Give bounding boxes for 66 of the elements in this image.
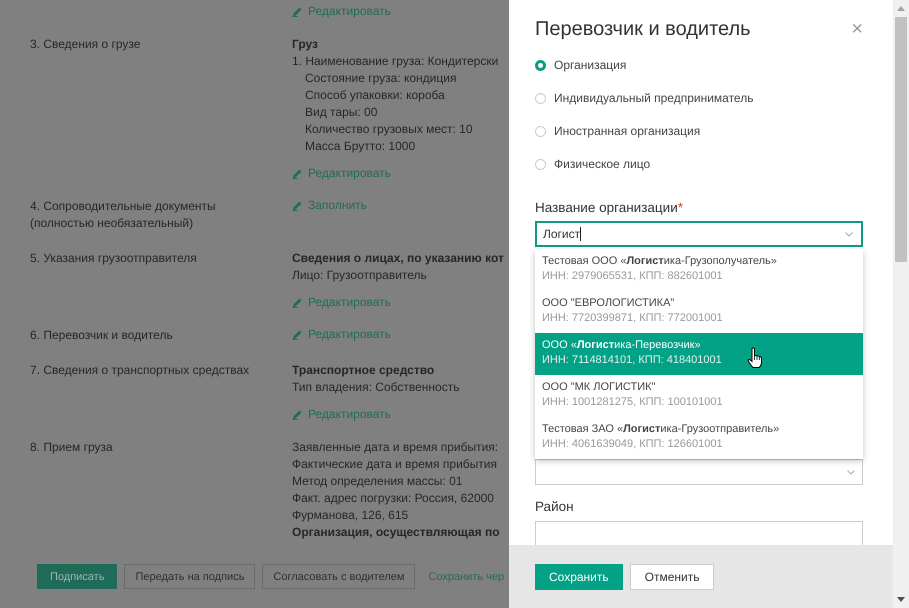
suggestion-item[interactable]: ООО "МК ЛОГИСТИК" ИНН: 1001281275, КПП: 100101001	[535, 375, 863, 417]
panel-title: Перевозчик и водитель	[535, 18, 751, 40]
pencil-icon	[292, 168, 303, 178]
section-heading: Сведения о лицах, по указанию кот	[292, 250, 504, 267]
cancel-button[interactable]: Отменить	[630, 564, 714, 590]
detail-text: Метод определения массы: 01	[292, 473, 462, 490]
company-details: ИНН: 7114814101, КПП: 418401001	[542, 354, 722, 366]
radio-option[interactable]: Организация	[535, 56, 863, 74]
action-button[interactable]: Передать на подпись	[124, 564, 256, 589]
company-name: Тестовая ЗАО «Логистика-Грузоотправитель»	[542, 423, 780, 435]
section-label: 7. Сведения о транспортных средствах	[30, 362, 250, 379]
detail-text: Фурманова, 126, 615	[292, 507, 408, 524]
detail-text: Факт. адрес погрузки: Россия, 62000	[292, 490, 494, 507]
pencil-icon	[292, 6, 303, 16]
field-label: Название организации	[535, 200, 678, 214]
section-label: 3. Сведения о грузе	[30, 36, 142, 53]
suggestion-item[interactable]: ООО "ЕВРОЛОГИСТИКА" ИНН: 7720399871, КПП: 772001001	[535, 291, 863, 333]
sign-button[interactable]: Подписать	[37, 564, 118, 589]
chevron-down-icon	[847, 470, 855, 474]
chevron-down-icon	[845, 232, 853, 236]
detail-text: Фактические дата и время прибытия	[292, 456, 497, 473]
suggestion-item[interactable]: ООО «Логистика-Перевозчик» ИНН: 7114814101, КПП: 418401001	[535, 333, 863, 375]
close-button[interactable]: ×	[851, 19, 863, 39]
action-button[interactable]: Согласовать с водителем	[262, 564, 416, 589]
scrollbar[interactable]	[893, 0, 909, 608]
radio-option[interactable]: Иностранная организация	[535, 122, 863, 140]
company-details: ИНН: 7720399871, КПП: 772001001	[542, 312, 723, 324]
detail-text: Масса Брутто: 1000	[304, 138, 416, 155]
detail-text: Тип владения: Собственность	[292, 379, 460, 396]
save-button[interactable]: Сохранить	[535, 564, 623, 590]
detail-text: Количество грузовых мест: 10	[304, 121, 473, 138]
pencil-icon	[292, 408, 303, 420]
section-label: 8. Прием груза	[30, 439, 114, 456]
section-label: 6. Перевозчик и водитель	[30, 327, 174, 344]
required-mark: *	[678, 200, 684, 214]
pencil-icon	[292, 296, 303, 308]
section-heading: Организация, осуществляющая по	[292, 524, 500, 541]
pencil-icon	[292, 200, 303, 210]
section-heading: Груз	[292, 36, 318, 53]
detail-text: Заявленные дата и время прибытия:	[292, 439, 498, 456]
detail-text: 1. Наименование груза: Кондитерски	[292, 53, 498, 70]
company-details: ИНН: 2979065531, КПП: 882601001	[542, 270, 723, 282]
company-name: ООО "ЕВРОЛОГИСТИКА"	[542, 297, 674, 309]
select-field[interactable]	[535, 459, 863, 485]
company-details: ИНН: 1001281275, КПП: 100101001	[542, 396, 723, 408]
section-label: 4. Сопроводительные документы (полностью необязательный)	[30, 198, 217, 232]
hand-cursor-icon	[747, 347, 763, 369]
field-label: Район	[535, 499, 575, 516]
pencil-icon	[292, 328, 303, 340]
company-name: ООО «Логистика-Перевозчик»	[542, 339, 701, 351]
detail-text: Способ упаковки: короба	[304, 87, 445, 104]
suggestion-item[interactable]: Тестовая ЗАО «Логистика-Грузоотправитель» ИНН: 4061639049, КПП: 126601001	[535, 417, 863, 459]
radio-option[interactable]: Физическое лицо	[535, 155, 863, 173]
scroll-up-icon[interactable]	[897, 6, 905, 11]
section-heading: Транспортное средство	[292, 362, 434, 379]
organization-combobox[interactable]: Логист	[535, 221, 863, 247]
section-label: 5. Указания грузоотправителя	[30, 250, 198, 267]
company-details: ИНН: 4061639049, КПП: 126601001	[542, 438, 723, 450]
company-name: ООО "МК ЛОГИСТИК"	[542, 381, 656, 393]
company-name: Тестовая ООО «Логистика-Грузополучатель»	[542, 255, 777, 267]
radio-option[interactable]: Индивидуальный предприниматель	[535, 89, 863, 107]
detail-text: Состояние груза: кондиция	[304, 70, 456, 87]
detail-text: Лицо: Грузоотправитель	[292, 267, 427, 284]
detail-text: Вид тары: 00	[304, 104, 378, 121]
suggestion-item[interactable]: Тестовая ООО «Логистика-Грузополучатель» ИНН: 2979065531, КПП: 882601001	[535, 249, 863, 291]
scroll-down-icon[interactable]	[897, 597, 905, 602]
